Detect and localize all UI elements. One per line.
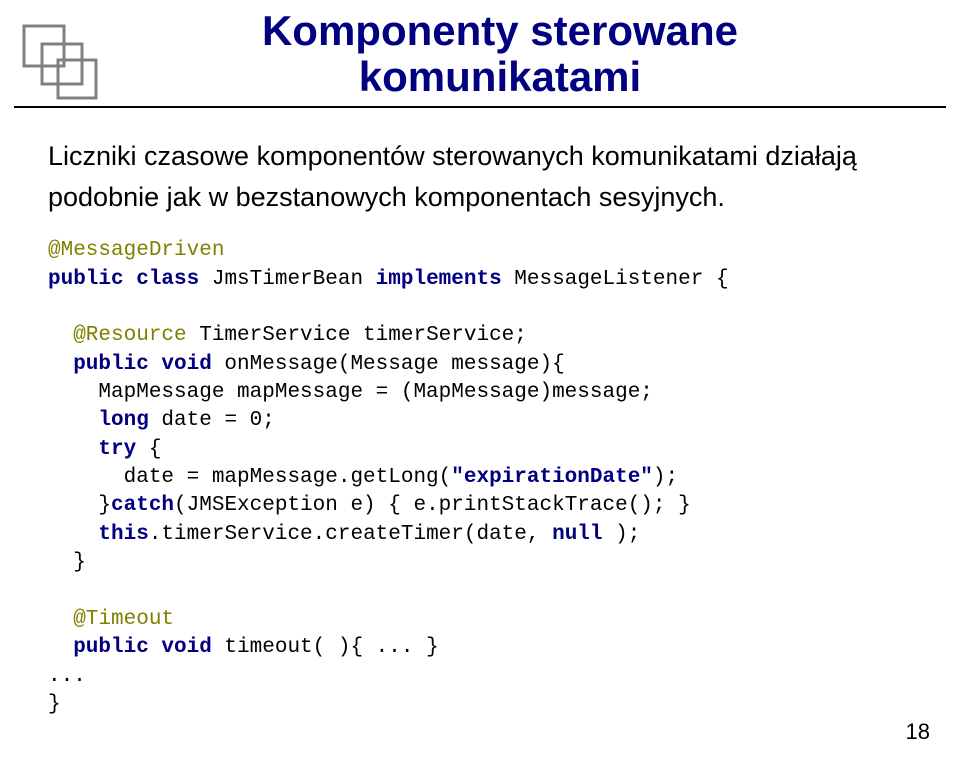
code-keyword: null — [552, 523, 602, 546]
code-keyword: long — [48, 409, 149, 432]
code-keyword: public void — [48, 636, 212, 659]
code-text: } — [48, 551, 86, 574]
code-annotation: @Timeout — [48, 608, 174, 631]
code-text: .timerService.createTimer(date, — [149, 523, 552, 546]
code-text: { — [136, 438, 161, 461]
code-block: @MessageDriven public class JmsTimerBean… — [48, 237, 912, 719]
code-text: TimerService timerService; — [187, 324, 527, 347]
code-text: timeout( ){ ... } — [212, 636, 439, 659]
overlapping-squares-icon — [18, 20, 102, 109]
title-line-2: komunikatami — [100, 54, 900, 100]
code-keyword: public class — [48, 268, 199, 291]
code-text: ... — [48, 665, 86, 688]
page-number: 18 — [906, 719, 930, 745]
header-divider — [14, 106, 946, 108]
code-keyword: try — [48, 438, 136, 461]
code-text: ); — [603, 523, 641, 546]
code-text: (JMSException e) { e.printStackTrace(); … — [174, 494, 691, 517]
code-keyword: public void — [48, 353, 212, 376]
code-text: MapMessage mapMessage = (MapMessage)mess… — [48, 381, 653, 404]
code-annotation: @MessageDriven — [48, 239, 224, 262]
code-keyword: implements — [376, 268, 502, 291]
code-annotation: @Resource — [48, 324, 187, 347]
code-text: MessageListener { — [502, 268, 729, 291]
code-text: JmsTimerBean — [199, 268, 375, 291]
slide: Komponenty sterowane komunikatami Liczni… — [0, 0, 960, 759]
code-keyword: this — [48, 523, 149, 546]
intro-paragraph: Liczniki czasowe komponentów sterowanych… — [48, 136, 912, 217]
code-text: date = mapMessage.getLong( — [48, 466, 451, 489]
code-string: "expirationDate" — [451, 466, 653, 489]
title-block: Komponenty sterowane komunikatami — [100, 8, 900, 100]
code-text: date = 0; — [149, 409, 275, 432]
title-line-1: Komponenty sterowane — [100, 8, 900, 54]
code-text: } — [48, 693, 61, 716]
code-text: onMessage(Message message){ — [212, 353, 565, 376]
code-text: ); — [653, 466, 678, 489]
body: Liczniki czasowe komponentów sterowanych… — [0, 108, 960, 719]
code-text: } — [48, 494, 111, 517]
code-keyword: catch — [111, 494, 174, 517]
header: Komponenty sterowane komunikatami — [0, 0, 960, 108]
